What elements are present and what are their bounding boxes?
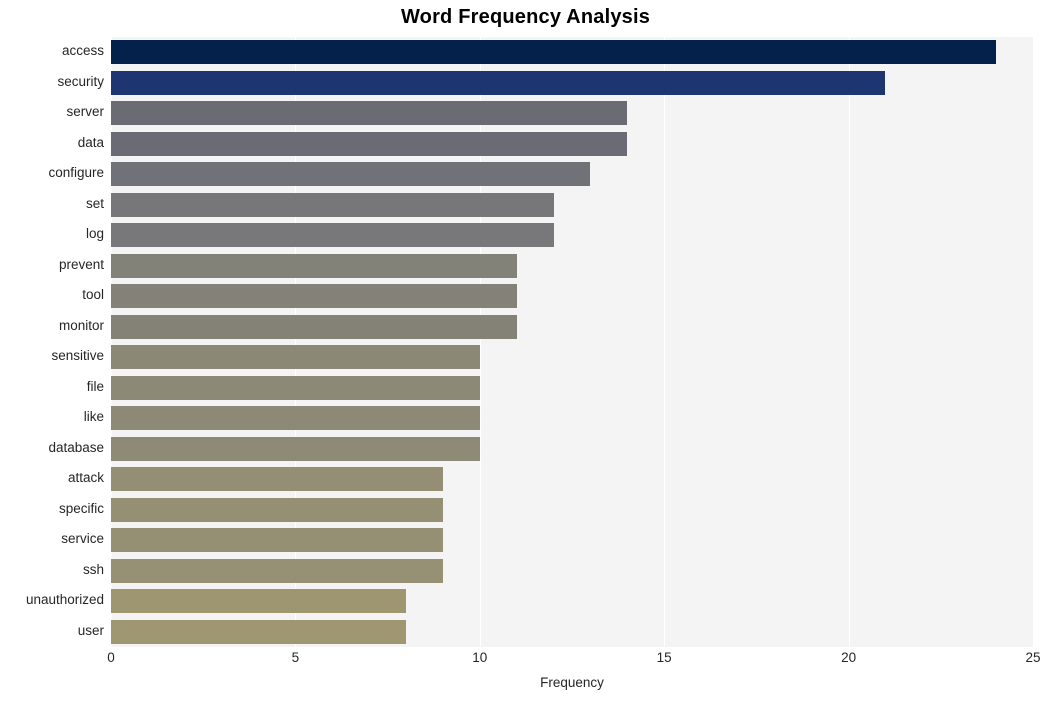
y-tick-label-prevent: prevent [58,256,104,272]
y-tick-label-user: user [77,622,104,638]
bar-row[interactable] [111,528,1033,553]
y-tick-label-configure: configure [48,165,104,181]
bar-row[interactable] [111,436,1033,461]
bar-set[interactable] [111,192,554,217]
y-tick-label-access: access [61,43,104,59]
bar-row[interactable] [111,131,1033,156]
y-tick-label-monitor: monitor [58,317,104,333]
x-tick-label-15: 15 [656,650,672,665]
plot-area [111,37,1033,647]
bar-row[interactable] [111,345,1033,370]
bar-row[interactable] [111,284,1033,309]
bar-configure[interactable] [111,162,591,187]
chart-figure: Word Frequency Analysis access security se… [0,0,1051,701]
bar-access[interactable] [111,40,997,65]
y-tick-label-service: service [61,531,104,547]
bar-row[interactable] [111,375,1033,400]
x-tick-label-10: 10 [472,650,488,665]
bar-monitor[interactable] [111,314,517,339]
bar-row[interactable] [111,558,1033,583]
bar-row[interactable] [111,162,1033,187]
y-tick-label-specific: specific [58,500,104,516]
bar-specific[interactable] [111,497,443,522]
bar-row[interactable] [111,619,1033,644]
bar-database[interactable] [111,436,480,461]
bar-sensitive[interactable] [111,345,480,370]
bar-row[interactable] [111,101,1033,126]
bar-row[interactable] [111,314,1033,339]
bar-row[interactable] [111,497,1033,522]
x-tick-label-5: 5 [291,650,300,665]
bar-row[interactable] [111,406,1033,431]
bar-service[interactable] [111,528,443,553]
bar-user[interactable] [111,619,407,644]
bar-log[interactable] [111,223,554,248]
y-tick-label-file: file [86,378,104,394]
bar-row[interactable] [111,70,1033,95]
x-tick-label-25: 25 [1025,650,1041,665]
y-tick-label-attack: attack [67,470,104,486]
bar-ssh[interactable] [111,558,443,583]
bar-row[interactable] [111,589,1033,614]
bar-row[interactable] [111,192,1033,217]
bar-attack[interactable] [111,467,443,492]
y-tick-label-database: database [48,439,104,455]
y-tick-label-like: like [83,409,104,425]
x-axis-tick-labels: 0 5 10 15 20 25 [0,650,1051,672]
y-tick-label-server: server [66,104,104,120]
y-tick-label-security: security [57,73,104,89]
bar-server[interactable] [111,101,628,126]
y-tick-label-ssh: ssh [82,561,104,577]
bar-row[interactable] [111,40,1033,65]
y-tick-label-unauthorized: unauthorized [25,592,104,608]
x-tick-label-20: 20 [841,650,857,665]
chart-title: Word Frequency Analysis [400,6,651,28]
bar-unauthorized[interactable] [111,589,407,614]
bar-data[interactable] [111,131,628,156]
x-tick-label-0: 0 [107,650,115,665]
x-axis-label: Frequency [540,675,604,690]
y-tick-label-data: data [77,134,104,150]
bar-tool[interactable] [111,284,517,309]
y-tick-label-log: log [85,226,104,242]
y-tick-label-sensitive: sensitive [51,348,104,364]
bar-like[interactable] [111,406,480,431]
bars-layer [111,37,1033,647]
bar-file[interactable] [111,375,480,400]
y-tick-label-set: set [85,195,104,211]
bar-security[interactable] [111,70,886,95]
y-axis-tick-labels: access security server data configure set log p… [0,37,104,647]
bar-row[interactable] [111,253,1033,278]
bar-prevent[interactable] [111,253,517,278]
y-tick-label-tool: tool [82,287,104,303]
bar-row[interactable] [111,223,1033,248]
bar-row[interactable] [111,467,1033,492]
